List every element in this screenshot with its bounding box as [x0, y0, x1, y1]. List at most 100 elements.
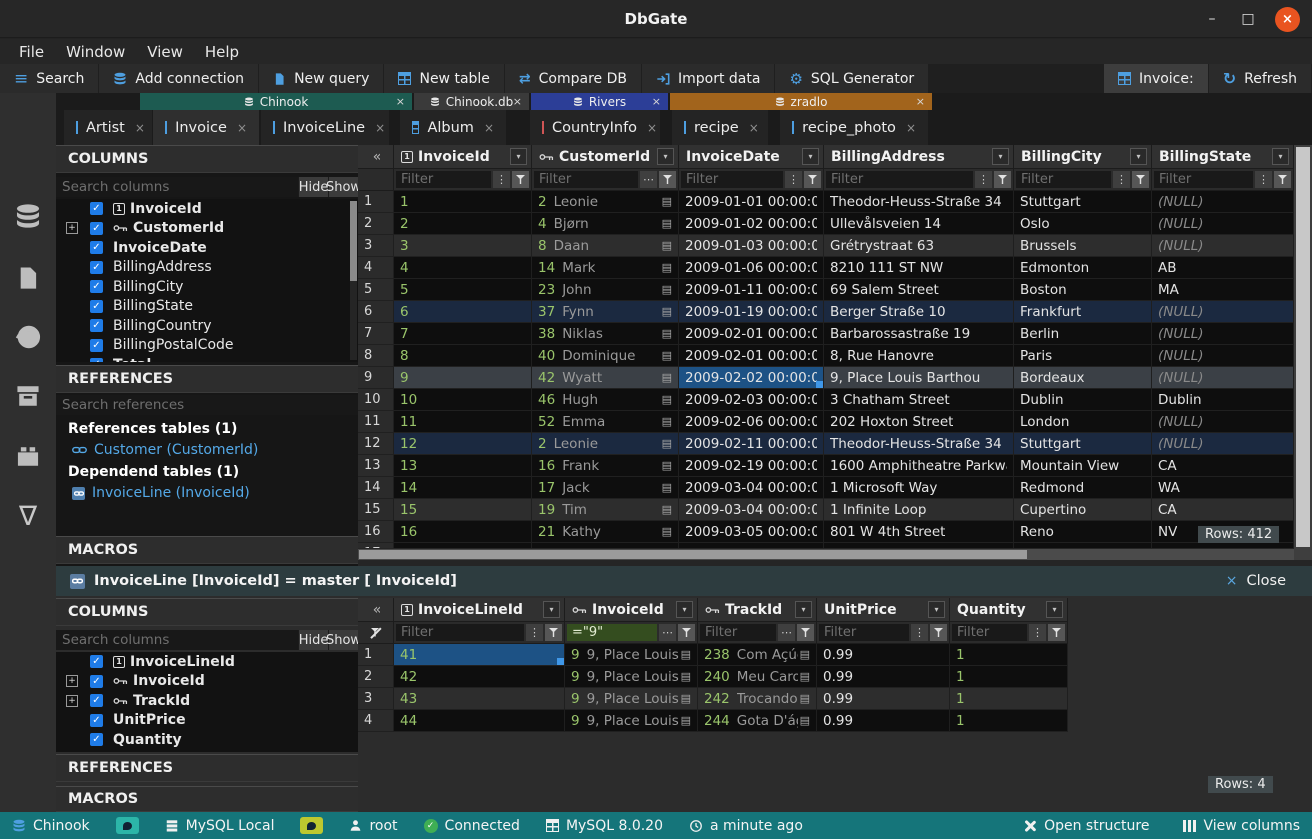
- grid-cell[interactable]: 15: [394, 499, 532, 521]
- toolbar-new-table-button[interactable]: New table: [384, 64, 503, 93]
- grid-cell[interactable]: 319 N. Frances Street: [824, 543, 1014, 548]
- column-menu-chevron-icon[interactable]: ▾: [802, 148, 819, 165]
- filter-input[interactable]: Filter: [952, 624, 1027, 641]
- grid-cell[interactable]: 17Jack▤: [532, 477, 679, 499]
- column-checkbox[interactable]: ✓: [90, 319, 103, 332]
- grid-cell[interactable]: Bordeaux: [1014, 367, 1152, 389]
- database-tab-rivers[interactable]: Rivers×: [531, 93, 668, 110]
- filter-funnel-button[interactable]: [1132, 171, 1149, 188]
- toolbar-import-data-button[interactable]: Import data: [642, 64, 774, 93]
- grid-cell[interactable]: Paris: [1014, 345, 1152, 367]
- show-button[interactable]: Show: [328, 630, 358, 650]
- clear-filter-icon[interactable]: [370, 627, 382, 639]
- maximize-button[interactable]: □: [1239, 11, 1257, 27]
- column-item-billingaddress[interactable]: ✓BillingAddress: [56, 258, 358, 278]
- column-checkbox[interactable]: ✓: [90, 714, 103, 727]
- columns-panel-header[interactable]: COLUMNS: [56, 145, 358, 173]
- filter-menu-button[interactable]: ⋮: [1113, 171, 1130, 188]
- column-header-quantity[interactable]: Quantity▾: [950, 598, 1068, 622]
- tab-countryinfo[interactable]: CountryInfo×: [530, 110, 660, 145]
- grid-cell[interactable]: (NULL): [1152, 367, 1294, 389]
- tab-invoice[interactable]: Invoice×: [153, 110, 259, 145]
- tab-recipe_photo[interactable]: recipe_photo×: [780, 110, 928, 145]
- search-columns-input[interactable]: Search columns: [56, 177, 298, 197]
- expand-icon[interactable]: +: [66, 222, 78, 234]
- detail-close-button[interactable]: × Close: [1226, 573, 1286, 589]
- column-checkbox[interactable]: ✓: [90, 675, 103, 688]
- grid-cell[interactable]: 2009-02-02 00:00:00: [679, 367, 824, 389]
- close-tab-icon[interactable]: ×: [647, 121, 657, 135]
- row-number[interactable]: 17: [358, 543, 394, 548]
- expand-icon[interactable]: +: [66, 675, 78, 687]
- grid-cell[interactable]: 23John▤: [532, 279, 679, 301]
- grid-cell[interactable]: 8210 111 ST NW: [824, 257, 1014, 279]
- filter-input[interactable]: Filter: [700, 624, 776, 641]
- tab-artist[interactable]: Artist×: [64, 110, 152, 145]
- grid-cell[interactable]: 2009-03-05 00:00:00: [679, 521, 824, 543]
- grid-cell[interactable]: 2: [394, 213, 532, 235]
- grid-cell[interactable]: Reno: [1014, 521, 1152, 543]
- filter-funnel-button[interactable]: [545, 624, 562, 641]
- toolbar-new-query-button[interactable]: New query: [259, 64, 383, 93]
- open-reference-icon[interactable]: ▤: [660, 349, 672, 362]
- column-checkbox[interactable]: ✓: [90, 358, 103, 362]
- column-checkbox[interactable]: ✓: [90, 241, 103, 254]
- open-reference-icon[interactable]: ▤: [798, 714, 810, 727]
- grid-cell[interactable]: Theodor-Heuss-Straße 34: [824, 433, 1014, 455]
- grid-cell[interactable]: Dublin: [1152, 389, 1294, 411]
- grid-cell[interactable]: Cupertino: [1014, 499, 1152, 521]
- references-panel-header[interactable]: REFERENCES: [56, 754, 358, 782]
- grid-cell[interactable]: (NULL): [1152, 301, 1294, 323]
- column-menu-chevron-icon[interactable]: ▾: [1130, 148, 1147, 165]
- database-tab-zradlo[interactable]: zradlo×: [670, 93, 932, 110]
- grid-cell[interactable]: 9: [394, 367, 532, 389]
- grid-cell[interactable]: 4: [394, 257, 532, 279]
- database-tab-chinook-db[interactable]: Chinook.db×: [414, 93, 529, 110]
- row-number[interactable]: 3: [358, 235, 394, 257]
- grid-cell[interactable]: 13: [394, 455, 532, 477]
- toolbar-refresh-button[interactable]: ↻Refresh: [1209, 64, 1311, 93]
- reference-link-invoiceline[interactable]: InvoiceLine (InvoiceId): [72, 485, 250, 501]
- open-reference-icon[interactable]: ▤: [798, 648, 810, 661]
- column-menu-chevron-icon[interactable]: ▾: [543, 601, 560, 618]
- filter-input[interactable]: Filter: [826, 171, 973, 188]
- grid-cell[interactable]: 10: [394, 389, 532, 411]
- grid-cell[interactable]: 1600 Amphitheatre Parkway: [824, 455, 1014, 477]
- columns-panel-header[interactable]: COLUMNS: [56, 598, 358, 626]
- archive-nav-icon[interactable]: [15, 383, 41, 409]
- search-columns-input[interactable]: Search columns: [56, 630, 298, 650]
- column-item-billingstate[interactable]: ✓BillingState: [56, 297, 358, 317]
- open-reference-icon[interactable]: ▤: [660, 415, 672, 428]
- column-item-invoicelineid[interactable]: ✓1InvoiceLineId: [56, 652, 358, 672]
- grid-cell[interactable]: 52Emma▤: [532, 411, 679, 433]
- column-menu-chevron-icon[interactable]: ▾: [657, 148, 674, 165]
- grid-cell[interactable]: 2009-02-11 00:00:00: [679, 433, 824, 455]
- grid-cell[interactable]: 25Victor▤: [532, 543, 679, 548]
- column-item-unitprice[interactable]: ✓UnitPrice: [56, 711, 358, 731]
- open-reference-icon[interactable]: ▤: [660, 525, 672, 538]
- grid-cell[interactable]: Barbarossastraße 19: [824, 323, 1014, 345]
- grid-cell[interactable]: 99, Place Louis B▤: [565, 666, 698, 688]
- clear-filters-cell[interactable]: [358, 169, 394, 191]
- close-tab-icon[interactable]: ×: [749, 121, 759, 135]
- column-header-invoiceid[interactable]: InvoiceId▾: [565, 598, 698, 622]
- open-reference-icon[interactable]: ▤: [660, 481, 672, 494]
- column-header-trackid[interactable]: TrackId▾: [698, 598, 817, 622]
- column-header-invoiceid[interactable]: 1InvoiceId▾: [394, 145, 532, 169]
- grid-cell[interactable]: Brussels: [1014, 235, 1152, 257]
- row-number[interactable]: 3: [358, 688, 394, 710]
- filter-input[interactable]: ="9": [567, 624, 657, 641]
- row-number[interactable]: 15: [358, 499, 394, 521]
- row-number[interactable]: 12: [358, 433, 394, 455]
- macros-panel-header[interactable]: MACROS: [56, 536, 358, 564]
- column-menu-chevron-icon[interactable]: ▾: [1272, 148, 1289, 165]
- grid-cell[interactable]: 3 Chatham Street: [824, 389, 1014, 411]
- column-header-billingstate[interactable]: BillingState▾: [1152, 145, 1294, 169]
- filter-funnel-button[interactable]: [797, 624, 814, 641]
- row-number[interactable]: 8: [358, 345, 394, 367]
- close-tab-icon[interactable]: ×: [396, 95, 405, 108]
- grid-cell[interactable]: Edmonton: [1014, 257, 1152, 279]
- open-reference-icon[interactable]: ▤: [660, 503, 672, 516]
- grid-cell[interactable]: WA: [1152, 477, 1294, 499]
- column-item-billingcountry[interactable]: ✓BillingCountry: [56, 316, 358, 336]
